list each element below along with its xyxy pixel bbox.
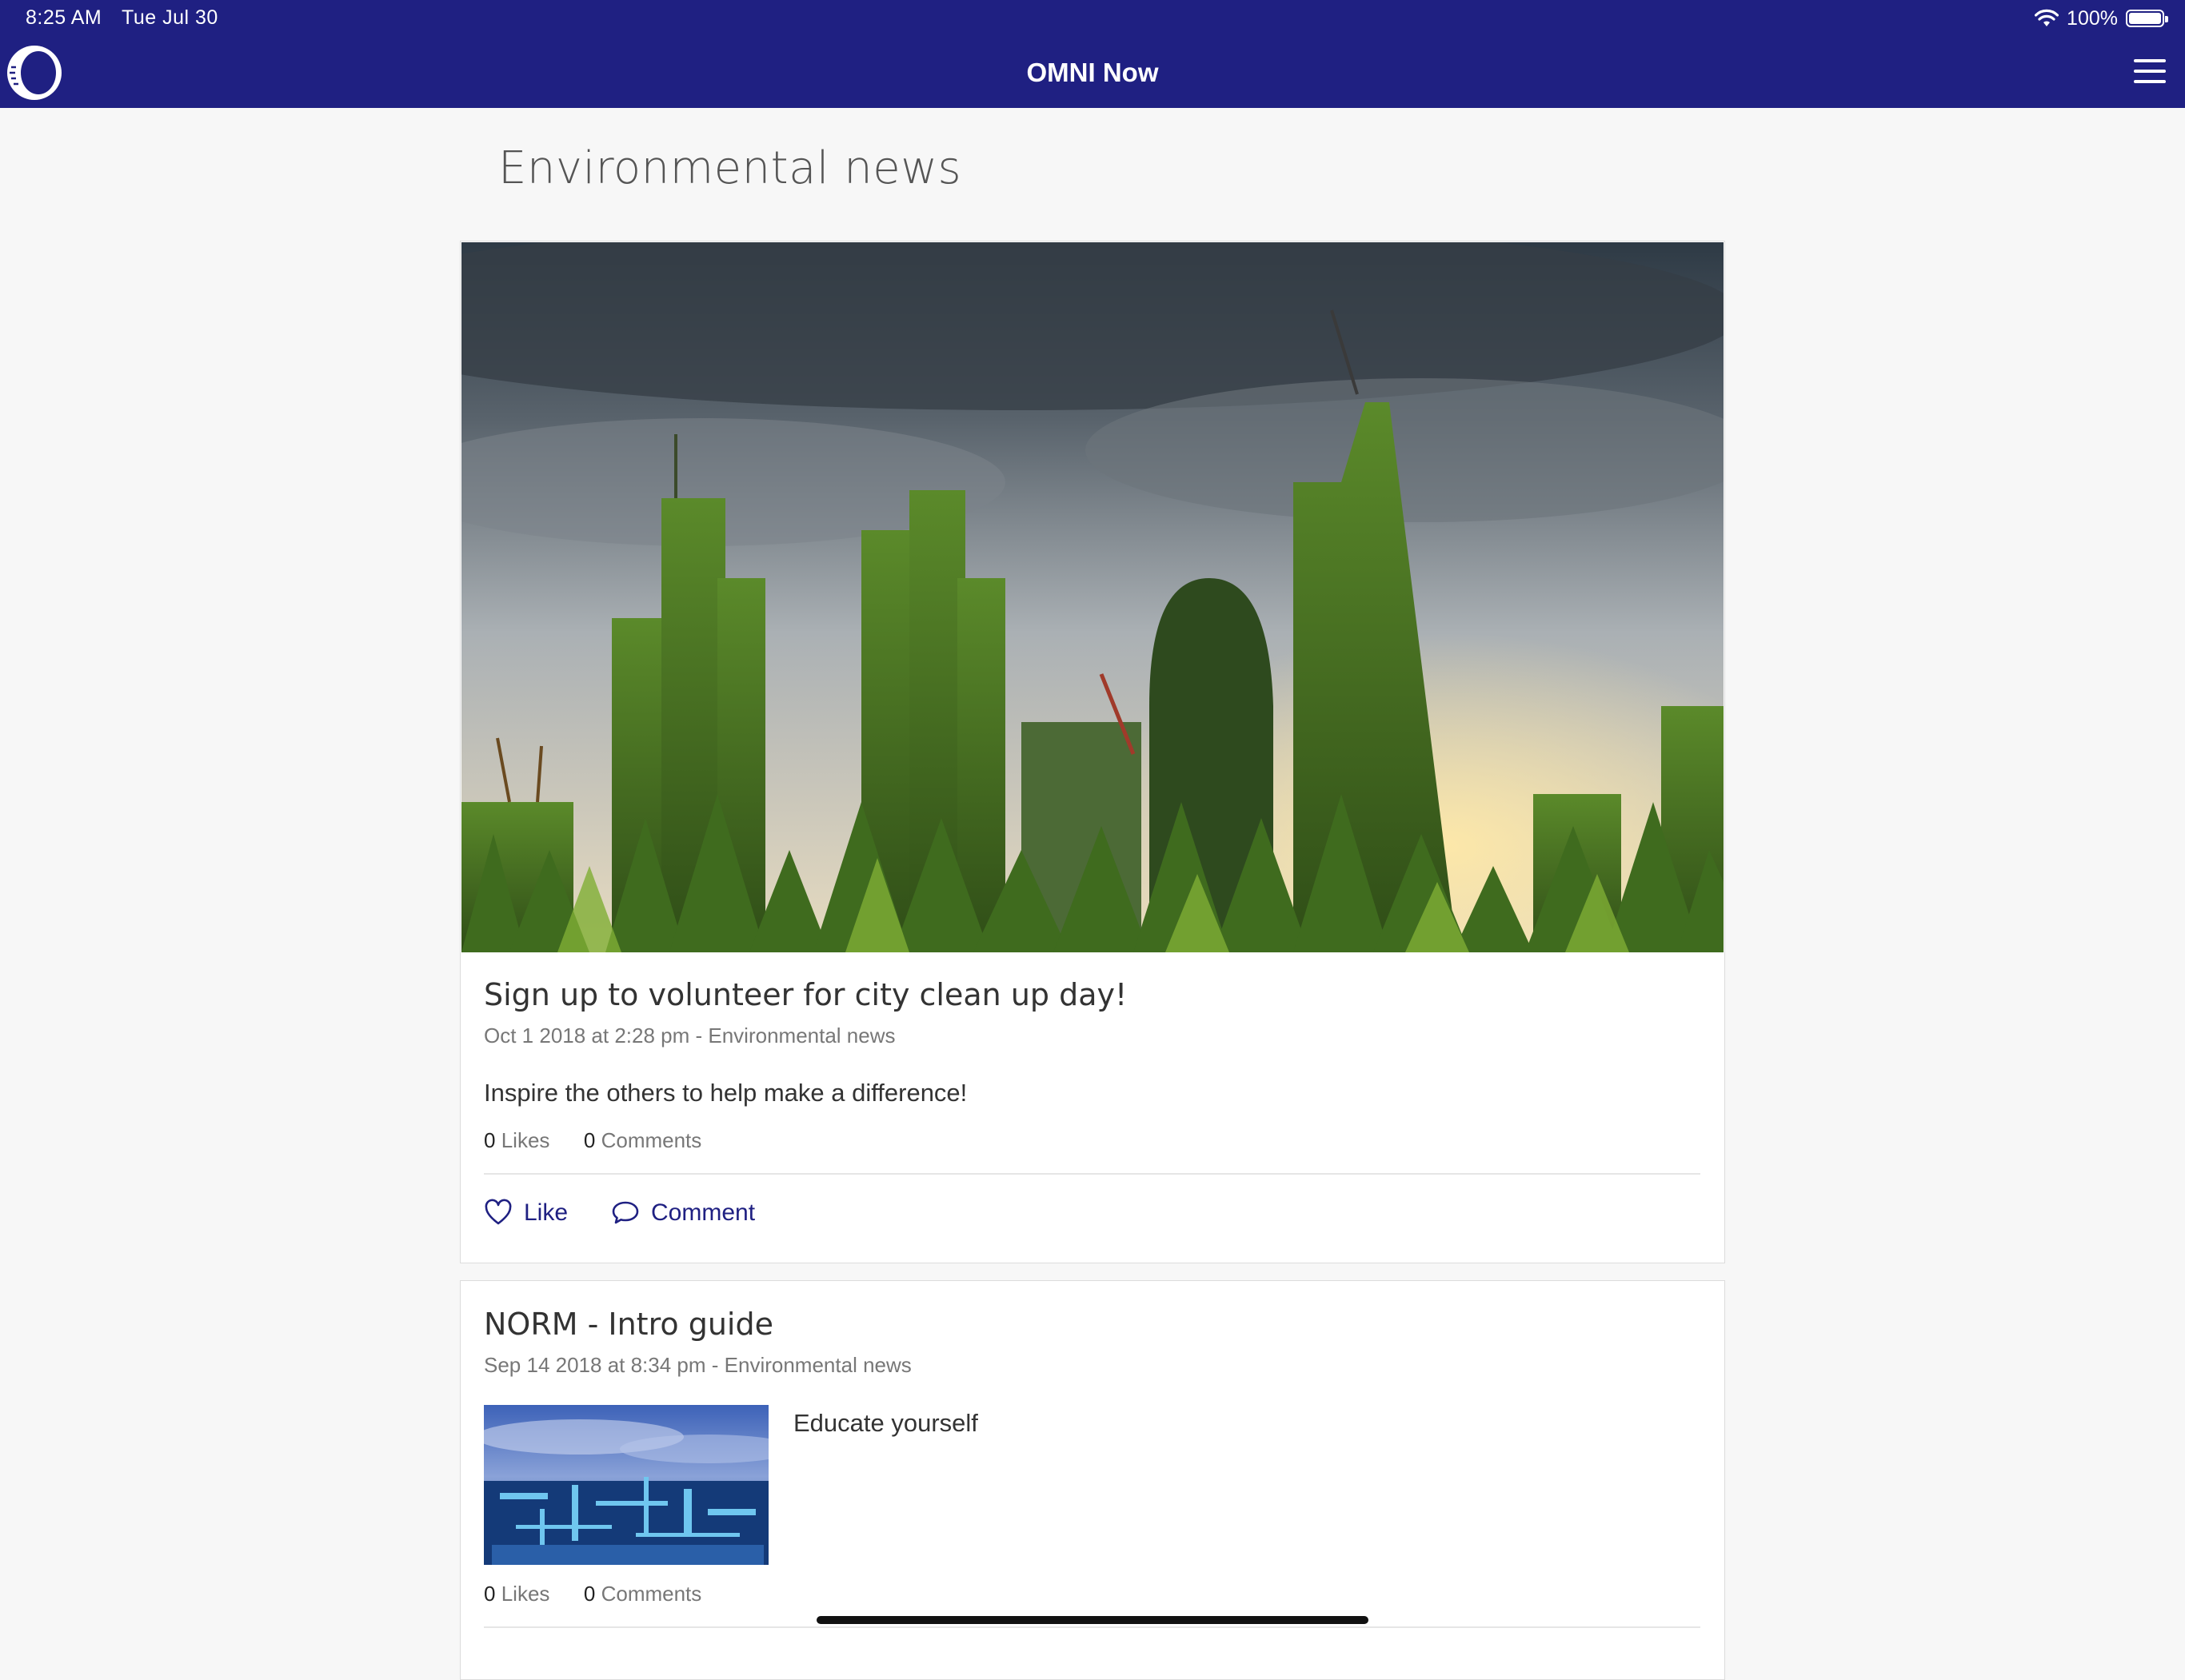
comments-label: Comments <box>601 1582 702 1606</box>
post-title[interactable]: Sign up to volunteer for city clean up d… <box>484 977 1127 1012</box>
comments-count: 0 <box>583 1582 596 1606</box>
home-indicator[interactable] <box>817 1616 1368 1624</box>
top-navigation-bar: 8:25 AM Tue Jul 30 100% OMNI Now <box>0 0 2185 108</box>
status-indicators: 100% <box>2035 5 2168 32</box>
speech-bubble-icon <box>612 1201 639 1224</box>
menu-line <box>2134 80 2166 83</box>
post-body: Inspire the others to help make a differ… <box>484 1079 968 1107</box>
post-title[interactable]: NORM - Intro guide <box>484 1307 773 1342</box>
like-label: Like <box>524 1199 569 1226</box>
status-time: 8:25 AM <box>26 6 102 29</box>
status-date: Tue Jul 30 <box>122 6 218 29</box>
likes-count: 0 <box>484 1128 496 1152</box>
like-button[interactable]: Like <box>484 1199 568 1227</box>
battery-icon <box>2126 10 2168 27</box>
post-meta: Sep 14 2018 at 8:34 pm - Environmental n… <box>484 1353 912 1377</box>
post-body: Educate yourself <box>793 1409 978 1437</box>
comments-label: Comments <box>601 1128 702 1152</box>
heart-icon <box>485 1199 512 1225</box>
battery-percentage: 100% <box>2067 6 2118 30</box>
post-stats: 0 Likes 0 Comments <box>484 1128 701 1153</box>
wifi-icon <box>2035 9 2059 26</box>
comment-label: Comment <box>651 1199 756 1226</box>
news-post-card[interactable]: Sign up to volunteer for city clean up d… <box>460 241 1725 1263</box>
post-divider <box>484 1626 1700 1628</box>
page-title: Environmental news <box>498 142 962 194</box>
post-hero-image[interactable] <box>461 242 1724 952</box>
menu-line <box>2134 70 2166 73</box>
hamburger-menu-icon[interactable] <box>2134 59 2166 86</box>
likes-count: 0 <box>484 1582 496 1606</box>
menu-line <box>2134 59 2166 62</box>
likes-label: Likes <box>501 1128 550 1152</box>
post-thumbnail-image[interactable] <box>484 1405 769 1565</box>
battery-nub <box>2165 16 2168 22</box>
post-stats: 0 Likes 0 Comments <box>484 1582 701 1606</box>
post-divider <box>484 1173 1700 1175</box>
likes-label: Likes <box>501 1582 550 1606</box>
comment-button[interactable]: Comment <box>611 1199 755 1227</box>
comments-count: 0 <box>583 1128 596 1152</box>
battery-level <box>2129 13 2161 24</box>
app-title: OMNI Now <box>1026 58 1159 87</box>
post-meta: Oct 1 2018 at 2:28 pm - Environmental ne… <box>484 1024 896 1048</box>
